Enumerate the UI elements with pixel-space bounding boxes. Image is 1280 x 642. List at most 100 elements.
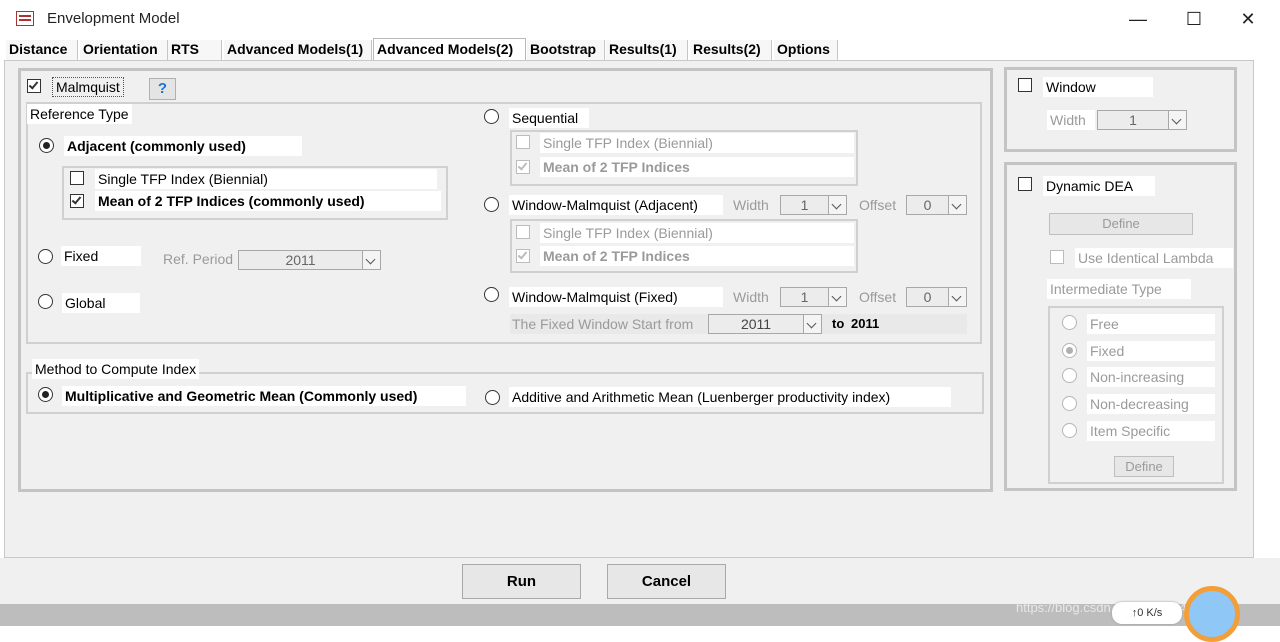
checkmark-icon [518, 160, 528, 170]
sequential-radio[interactable] [484, 109, 499, 124]
global-radio[interactable] [38, 294, 53, 309]
checkmark-icon [518, 249, 528, 259]
window-adjacent-single-tfp-label: Single TFP Index (Biennial) [540, 223, 854, 243]
use-identical-lambda-checkbox[interactable] [1050, 250, 1064, 264]
window-adjacent-single-tfp-checkbox[interactable] [516, 225, 530, 239]
method-label: Method to Compute Index [32, 359, 199, 379]
intermediate-fixed-label: Fixed [1087, 341, 1215, 361]
window-fixed-width-label: Width [733, 288, 769, 306]
window-adjacent-width-value: 1 [801, 197, 809, 213]
fixed-window-start-value: 2011 [741, 316, 771, 332]
chevron-down-icon [362, 251, 380, 269]
cancel-button[interactable]: Cancel [607, 564, 726, 599]
window-adjacent-label: Window-Malmquist (Adjacent) [509, 195, 723, 215]
adjacent-label: Adjacent (commonly used) [64, 136, 302, 156]
minimize-button[interactable]: — [1118, 8, 1158, 30]
tab-results-2[interactable]: Results(2) [690, 40, 772, 60]
tab-advanced-models-2[interactable]: Advanced Models(2) [373, 38, 526, 61]
window-fixed-offset-value: 0 [924, 289, 932, 305]
use-identical-lambda-label: Use Identical Lambda [1075, 248, 1233, 268]
ref-period-label: Ref. Period [163, 250, 233, 268]
window-fixed-label: Window-Malmquist (Fixed) [509, 287, 723, 307]
intermediate-non-decreasing-radio[interactable] [1062, 396, 1077, 411]
chevron-down-icon [803, 315, 821, 333]
fixed-window-start-dropdown[interactable]: 2011 [708, 314, 822, 334]
adjacent-single-tfp-label: Single TFP Index (Biennial) [95, 169, 437, 189]
window-adjacent-width-label: Width [733, 196, 769, 214]
intermediate-item-specific-label: Item Specific [1087, 421, 1215, 441]
window-fixed-radio[interactable] [484, 287, 499, 302]
help-button[interactable]: ? [149, 78, 176, 100]
intermediate-free-label: Free [1087, 314, 1215, 334]
adjacent-mean-tfp-checkbox[interactable] [70, 194, 84, 208]
fixed-radio[interactable] [38, 249, 53, 264]
window-fixed-width-value: 1 [801, 289, 809, 305]
window-width-dropdown[interactable]: 1 [1097, 110, 1187, 130]
run-button[interactable]: Run [462, 564, 581, 599]
fixed-window-start-label: The Fixed Window Start from [512, 315, 693, 333]
checkmark-icon [72, 194, 82, 204]
intermediate-free-radio[interactable] [1062, 315, 1077, 330]
multiplicative-radio[interactable] [38, 387, 53, 402]
adjacent-radio[interactable] [39, 138, 54, 153]
ref-period-dropdown[interactable]: 2011 [238, 250, 381, 270]
reference-type-label: Reference Type [27, 104, 132, 124]
ref-period-value: 2011 [285, 252, 315, 268]
sequential-mean-tfp-checkbox[interactable] [516, 160, 530, 174]
window-label: Window [1043, 77, 1153, 97]
mascot-icon [1184, 586, 1240, 642]
window-adjacent-offset-label: Offset [859, 196, 896, 214]
window-adjacent-radio[interactable] [484, 197, 499, 212]
intermediate-non-increasing-radio[interactable] [1062, 368, 1077, 383]
window-fixed-width-dropdown[interactable]: 1 [780, 287, 847, 307]
fixed-label: Fixed [61, 246, 141, 266]
close-button[interactable]: ✕ [1228, 8, 1268, 30]
tab-distance[interactable]: Distance [6, 40, 78, 60]
sequential-single-tfp-label: Single TFP Index (Biennial) [540, 133, 854, 153]
adjacent-single-tfp-checkbox[interactable] [70, 171, 84, 185]
window-adjacent-width-dropdown[interactable]: 1 [780, 195, 847, 215]
intermediate-fixed-radio[interactable] [1062, 343, 1077, 358]
window-width-label: Width [1047, 110, 1095, 130]
network-speed-widget: ↑0 K/s [1112, 602, 1182, 624]
intermediate-define-button[interactable]: Define [1114, 456, 1174, 477]
window-checkbox[interactable] [1018, 78, 1032, 92]
intermediate-item-specific-radio[interactable] [1062, 423, 1077, 438]
chevron-down-icon [1168, 111, 1186, 129]
window-adjacent-mean-tfp-checkbox[interactable] [516, 249, 530, 263]
sequential-label: Sequential [509, 108, 589, 128]
chevron-down-icon [828, 196, 846, 214]
sequential-mean-tfp-label: Mean of 2 TFP Indices [540, 157, 854, 177]
tab-orientation[interactable]: Orientation [80, 40, 168, 60]
malmquist-checkbox[interactable] [27, 79, 41, 93]
window-adjacent-offset-dropdown[interactable]: 0 [906, 195, 967, 215]
window-adjacent-offset-value: 0 [924, 197, 932, 213]
window-fixed-offset-dropdown[interactable]: 0 [906, 287, 967, 307]
window-title: Envelopment Model [47, 10, 180, 27]
dynamic-dea-define-button[interactable]: Define [1049, 213, 1193, 235]
sequential-single-tfp-checkbox[interactable] [516, 135, 530, 149]
tab-strip: Distance Orientation RTS Advanced Models… [4, 38, 1254, 60]
tab-bootstrap[interactable]: Bootstrap [527, 40, 605, 60]
tab-advanced-models-1[interactable]: Advanced Models(1) [224, 40, 372, 60]
checkmark-icon [29, 79, 39, 89]
app-form-icon [16, 11, 34, 26]
additive-radio[interactable] [485, 390, 500, 405]
dynamic-dea-checkbox[interactable] [1018, 177, 1032, 191]
fixed-window-to-value: 2011 [851, 315, 879, 333]
tab-rts[interactable]: RTS [168, 40, 222, 60]
tab-results-1[interactable]: Results(1) [606, 40, 688, 60]
additive-label: Additive and Arithmetic Mean (Luenberger… [509, 387, 951, 407]
intermediate-non-decreasing-label: Non-decreasing [1087, 394, 1215, 414]
intermediate-type-label: Intermediate Type [1047, 279, 1191, 299]
intermediate-non-increasing-label: Non-increasing [1087, 367, 1215, 387]
malmquist-label: Malmquist [52, 77, 124, 97]
title-bar: Envelopment Model — ☐ ✕ [0, 0, 1280, 38]
tab-options[interactable]: Options [774, 40, 838, 60]
window-adjacent-mean-tfp-label: Mean of 2 TFP Indices [540, 246, 854, 266]
fixed-window-to-label: to [832, 315, 844, 333]
chevron-down-icon [948, 196, 966, 214]
maximize-button[interactable]: ☐ [1174, 8, 1214, 30]
global-label: Global [62, 293, 140, 313]
window-fixed-offset-label: Offset [859, 288, 896, 306]
